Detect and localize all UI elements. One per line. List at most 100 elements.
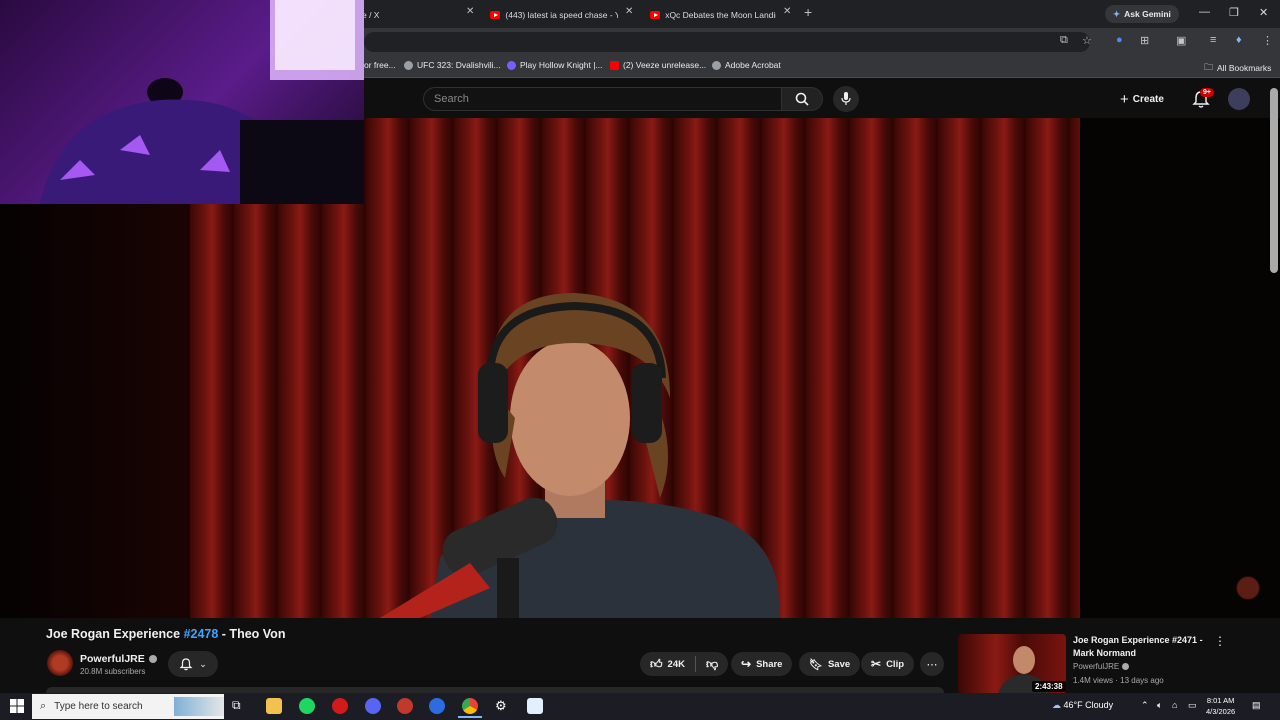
close-window-icon[interactable]: ✕ — [1259, 6, 1268, 19]
windows-start-icon[interactable] — [10, 699, 24, 713]
search-input[interactable]: Search — [423, 87, 783, 111]
account-avatar[interactable] — [1228, 88, 1250, 110]
recommended-title[interactable]: Joe Rogan Experience #2471 - Mark Norman… — [1073, 634, 1208, 660]
bookmark-item[interactable]: Play Hollow Knight |... — [507, 60, 603, 70]
screen: e / X ✕ (443) latest ia speed chase - Yo… — [0, 0, 1280, 720]
channel-watermark[interactable] — [1236, 576, 1260, 600]
save-button[interactable]: 🔖︎ Save — [799, 652, 861, 676]
chrome-icon[interactable] — [462, 698, 478, 714]
share-button[interactable]: ↪ Share — [731, 652, 793, 676]
like-button[interactable]: 👍︎ 24K — [640, 652, 695, 676]
bookmark-item[interactable]: Adobe Acrobat — [712, 60, 781, 70]
extensions-puzzle-icon[interactable]: ⊞ — [1140, 34, 1149, 47]
restore-icon[interactable]: ❐ — [1229, 6, 1239, 19]
share-label: Share — [756, 658, 783, 670]
game-icon — [507, 60, 516, 70]
scissors-icon: ✂ — [871, 657, 882, 671]
system-clock[interactable]: 8:01 AM 4/3/2026 — [1206, 695, 1235, 717]
bookmark-item[interactable]: (2) Veeze unrelease... — [610, 60, 706, 70]
bookmark-label: (2) Veeze unrelease... — [623, 60, 707, 70]
search-icon — [795, 92, 809, 106]
title-prefix: Joe Rogan Experience — [46, 627, 184, 641]
app-c-icon[interactable] — [429, 698, 445, 714]
new-tab-plus-icon[interactable]: + — [804, 4, 812, 20]
cloud-icon: ☁ — [1052, 700, 1061, 710]
spotify-icon[interactable] — [299, 698, 315, 714]
weather-widget[interactable]: ☁ 46°F Cloudy — [1052, 700, 1113, 711]
profile-icon[interactable]: ♦ — [1236, 34, 1242, 46]
search-button[interactable] — [781, 87, 823, 111]
network-icon[interactable]: ⌂ — [1172, 700, 1177, 710]
recommended-channel-label: PowerfulJRE — [1073, 662, 1120, 671]
more-vertical-icon[interactable]: ⋮ — [1214, 634, 1226, 648]
webcam-scene — [40, 0, 364, 204]
notification-center-icon[interactable]: ▤ — [1252, 700, 1261, 711]
app-red-icon[interactable] — [332, 698, 348, 714]
more-actions-button[interactable]: ⋯ — [920, 652, 944, 676]
browser-menu-icon[interactable]: ⋮ — [1262, 34, 1273, 47]
save-label: Save — [827, 658, 851, 670]
side-panel-icon[interactable]: ▣ — [1176, 34, 1186, 47]
volume-icon[interactable]: 🔈︎ — [1157, 700, 1162, 711]
taskbar-search[interactable]: ⌕ Type here to search — [32, 694, 224, 719]
bookmark-item[interactable]: or free... — [364, 60, 396, 70]
recommended-meta: 1.4M views · 13 days ago — [1073, 676, 1164, 685]
create-button[interactable]: + Create — [1120, 88, 1164, 110]
active-app-indicator — [458, 716, 482, 718]
file-explorer-icon[interactable] — [266, 698, 282, 714]
search-placeholder: Search — [434, 93, 469, 105]
globe-icon — [404, 60, 413, 70]
bookmark-star-icon[interactable]: ☆ — [1082, 34, 1092, 47]
tab-youtube-speed-chase[interactable]: (443) latest ia speed chase - Yo — [490, 4, 618, 26]
all-bookmarks-button[interactable]: 🗀 All Bookmarks — [1204, 60, 1271, 76]
tab-label: (443) latest ia speed chase - Yo — [505, 10, 618, 20]
display-icon[interactable]: ▭ — [1188, 700, 1197, 711]
minimize-icon[interactable]: — — [1199, 6, 1210, 18]
bookmark-label: Play Hollow Knight |... — [520, 60, 603, 70]
youtube-icon — [650, 11, 661, 19]
dislike-button[interactable]: 👎︎ — [696, 652, 728, 676]
notification-badge: 9+ — [1200, 88, 1214, 97]
bookmark-label: or free... — [364, 60, 396, 70]
page-scrollbar[interactable] — [1270, 88, 1278, 273]
install-app-icon[interactable]: ⧉ — [1060, 34, 1068, 47]
channel-name[interactable]: PowerfulJRE — [80, 653, 157, 665]
close-tab-icon[interactable]: ✕ — [625, 6, 633, 17]
address-bar[interactable] — [364, 32, 1090, 52]
globe-icon — [712, 60, 721, 70]
channel-avatar[interactable] — [47, 650, 73, 676]
ask-gemini-button[interactable]: ✦ Ask Gemini — [1105, 5, 1179, 23]
tab-youtube-xqc[interactable]: xQc Debates the Moon Landing — [650, 4, 776, 26]
plus-icon: + — [1120, 90, 1129, 108]
clip-button[interactable]: ✂ Clip — [861, 652, 915, 676]
taskbar-search-placeholder: Type here to search — [54, 701, 143, 712]
discord-icon[interactable] — [365, 698, 381, 714]
recommended-channel[interactable]: PowerfulJRE — [1073, 662, 1130, 671]
bookmark-label: UFC 323: Dvalishvili... — [417, 60, 501, 70]
youtube-icon — [610, 60, 619, 70]
app-blue-icon[interactable] — [527, 698, 543, 714]
video-duration: 2:43:38 — [1032, 681, 1066, 692]
chevron-down-icon: ⌄ — [199, 658, 207, 669]
bookmark-item[interactable]: UFC 323: Dvalishvili... — [404, 60, 501, 70]
youtube-icon — [490, 11, 501, 19]
voice-search-button[interactable] — [833, 86, 859, 112]
tab-label: xQc Debates the Moon Landing — [665, 10, 776, 20]
close-tab-icon[interactable]: ✕ — [783, 6, 791, 17]
task-view-icon[interactable]: ⧉ — [232, 698, 248, 714]
like-dislike-group: 👍︎ 24K 👎︎ — [640, 652, 729, 676]
chevron-up-icon[interactable]: ⌃ — [1141, 700, 1149, 711]
subscription-notification-button[interactable]: ⌄ — [168, 651, 218, 677]
episode-hashtag-link[interactable]: #2478 — [184, 627, 219, 641]
tab-label: e / X — [362, 10, 380, 20]
app-icon[interactable] — [397, 698, 413, 714]
media-controls-icon[interactable]: ≡ — [1210, 34, 1216, 46]
settings-gear-icon[interactable]: ⚙ — [495, 698, 511, 714]
extension-icon[interactable]: ● — [1116, 34, 1123, 46]
verified-check-icon — [148, 655, 157, 663]
tab-x[interactable]: e / X — [362, 4, 462, 26]
ask-gemini-label: Ask Gemini — [1124, 9, 1171, 19]
clip-label: Clip — [886, 658, 905, 670]
close-tab-icon[interactable]: ✕ — [466, 6, 474, 17]
title-suffix: - Theo Von — [218, 627, 286, 641]
